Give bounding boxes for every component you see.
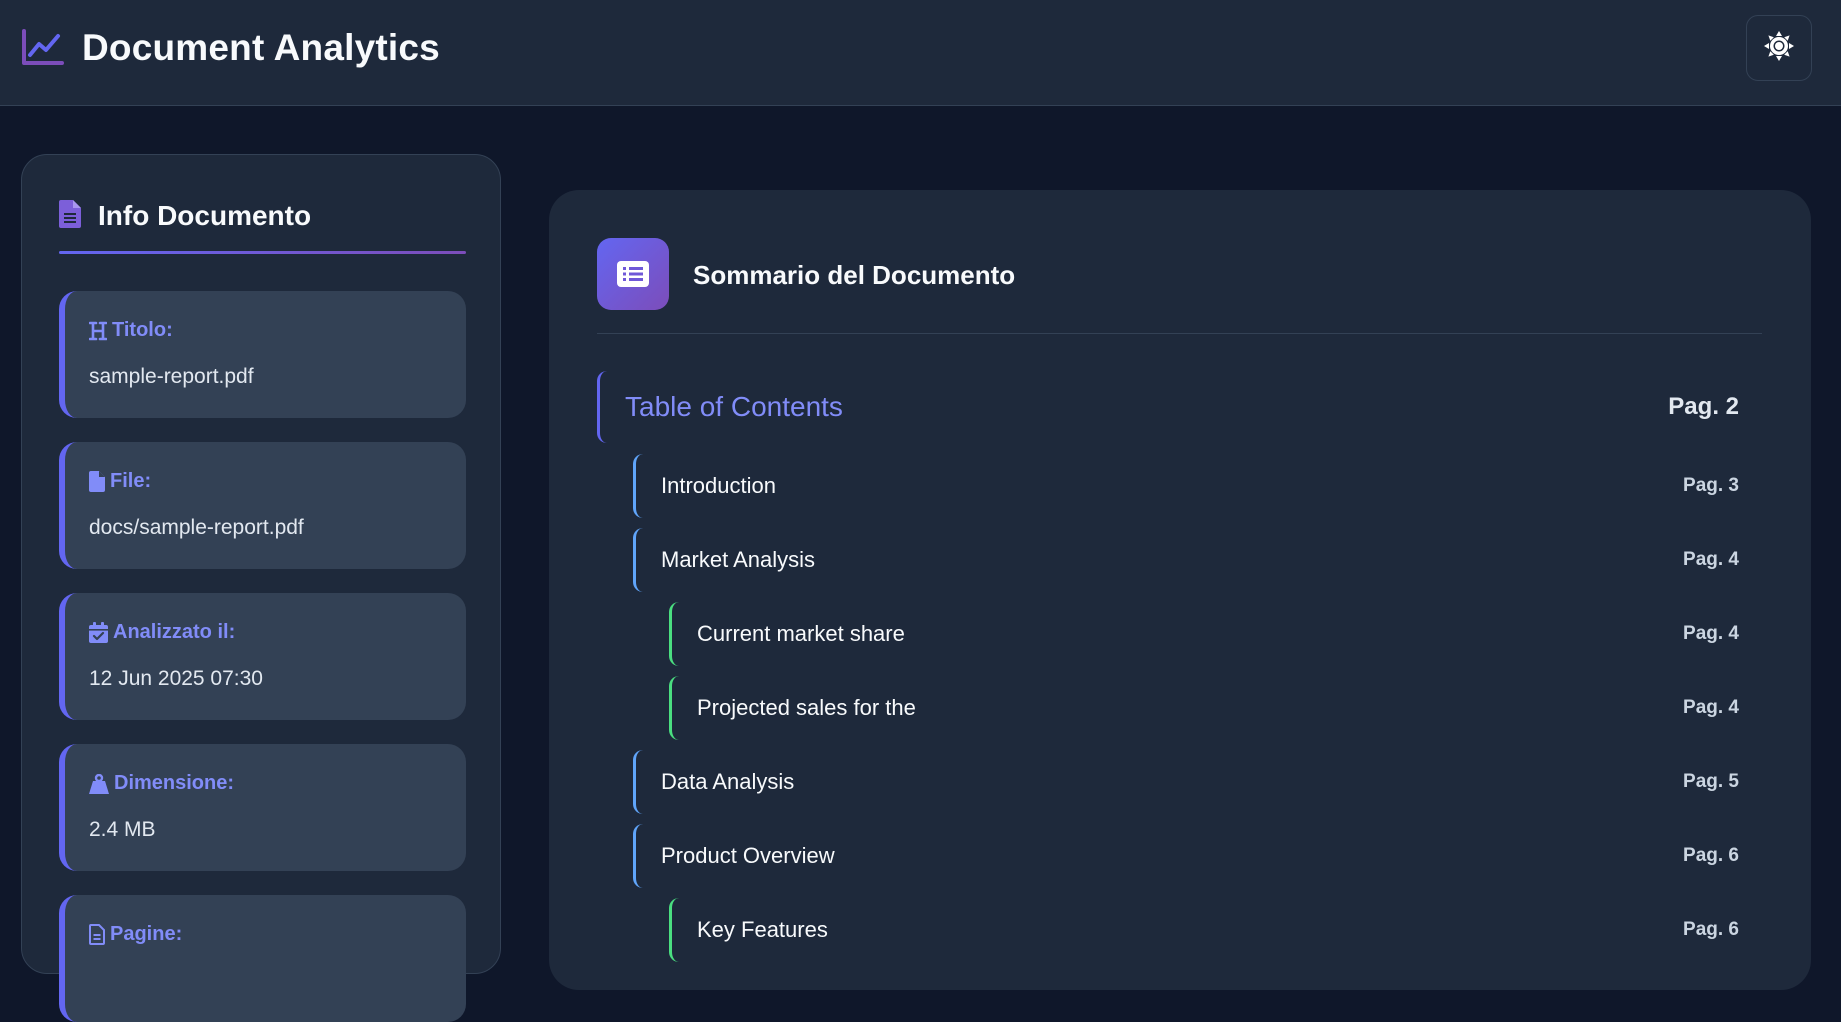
- toc-item-label: Table of Contents: [625, 391, 843, 422]
- toc-item-label: Current market share: [697, 621, 905, 646]
- info-card-file: File: docs/sample-report.pdf: [59, 442, 466, 569]
- info-label: File:: [89, 470, 151, 493]
- toc-item-market-analysis[interactable]: Market Analysis Pag. 4: [633, 528, 1762, 592]
- heading-icon: [89, 321, 112, 341]
- toc-page-number: Pag. 2: [1668, 393, 1739, 420]
- toc-page-number: Pag. 3: [1683, 475, 1739, 496]
- info-card-pages: Pagine:: [59, 895, 466, 1022]
- toc-item-current-market-share[interactable]: Current market share Pag. 4: [669, 602, 1762, 666]
- document-icon: [59, 199, 81, 233]
- file-lines-icon: [89, 924, 110, 945]
- toc-page-number: Pag. 4: [1683, 549, 1739, 570]
- toc-page-number: Pag. 6: [1683, 845, 1739, 866]
- toc-item-projected-sales[interactable]: Projected sales for the Pag. 4: [669, 676, 1762, 740]
- info-card-size: Dimensione: 2.4 MB: [59, 744, 466, 871]
- toc-item-label: Data Analysis: [661, 769, 795, 794]
- info-value: 2.4 MB: [89, 818, 156, 841]
- sidebar-header: Info Documento: [59, 195, 466, 237]
- file-icon: [89, 471, 110, 492]
- toc-page-number: Pag. 6: [1683, 919, 1739, 940]
- toc-page-number: Pag. 4: [1683, 697, 1739, 718]
- toc-item-label: Introduction: [661, 473, 776, 498]
- list-icon: [597, 238, 669, 310]
- summary-divider: [597, 333, 1762, 334]
- summary-panel: Sommario del Documento Table of Contents…: [549, 190, 1811, 990]
- info-label: Analizzato il:: [89, 621, 235, 644]
- info-label: Titolo:: [89, 319, 173, 342]
- info-card-analyzed: Analizzato il: 12 Jun 2025 07:30: [59, 593, 466, 720]
- theme-toggle-button[interactable]: [1746, 15, 1812, 81]
- toc-item-product-overview[interactable]: Product Overview Pag. 6: [633, 824, 1762, 888]
- toc-item-table-of-contents[interactable]: Table of Contents Pag. 2: [597, 371, 1762, 443]
- info-label: Pagine:: [89, 923, 182, 946]
- chart-line-icon: [20, 28, 64, 68]
- info-label: Dimensione:: [89, 772, 234, 795]
- sidebar-title: Info Documento: [98, 200, 312, 231]
- toc-item-label: Projected sales for the: [697, 695, 916, 720]
- brand: Document Analytics: [20, 27, 440, 69]
- toc-item-key-features[interactable]: Key Features Pag. 6: [669, 898, 1762, 962]
- summary-title: Sommario del Documento: [693, 260, 1016, 290]
- toc-item-introduction[interactable]: Introduction Pag. 3: [633, 454, 1762, 518]
- toc-item-label: Market Analysis: [661, 547, 816, 572]
- info-value: 12 Jun 2025 07:30: [89, 667, 263, 690]
- calendar-check-icon: [89, 622, 113, 643]
- sidebar-divider: [59, 251, 466, 254]
- toc-page-number: Pag. 4: [1683, 623, 1739, 644]
- top-bar: Document Analytics: [0, 0, 1841, 106]
- info-value: sample-report.pdf: [89, 365, 254, 388]
- toc-page-number: Pag. 5: [1683, 771, 1739, 792]
- weight-icon: [89, 773, 114, 794]
- toc-item-data-analysis[interactable]: Data Analysis Pag. 5: [633, 750, 1762, 814]
- sun-icon: [1763, 30, 1795, 67]
- document-info-panel: Info Documento Titolo: sample-report.pdf…: [21, 154, 501, 1022]
- info-card-title: Titolo: sample-report.pdf: [59, 291, 466, 418]
- app-title: Document Analytics: [82, 27, 440, 68]
- info-value: docs/sample-report.pdf: [89, 516, 304, 539]
- toc-item-label: Key Features: [697, 917, 828, 942]
- toc-item-label: Product Overview: [661, 843, 835, 868]
